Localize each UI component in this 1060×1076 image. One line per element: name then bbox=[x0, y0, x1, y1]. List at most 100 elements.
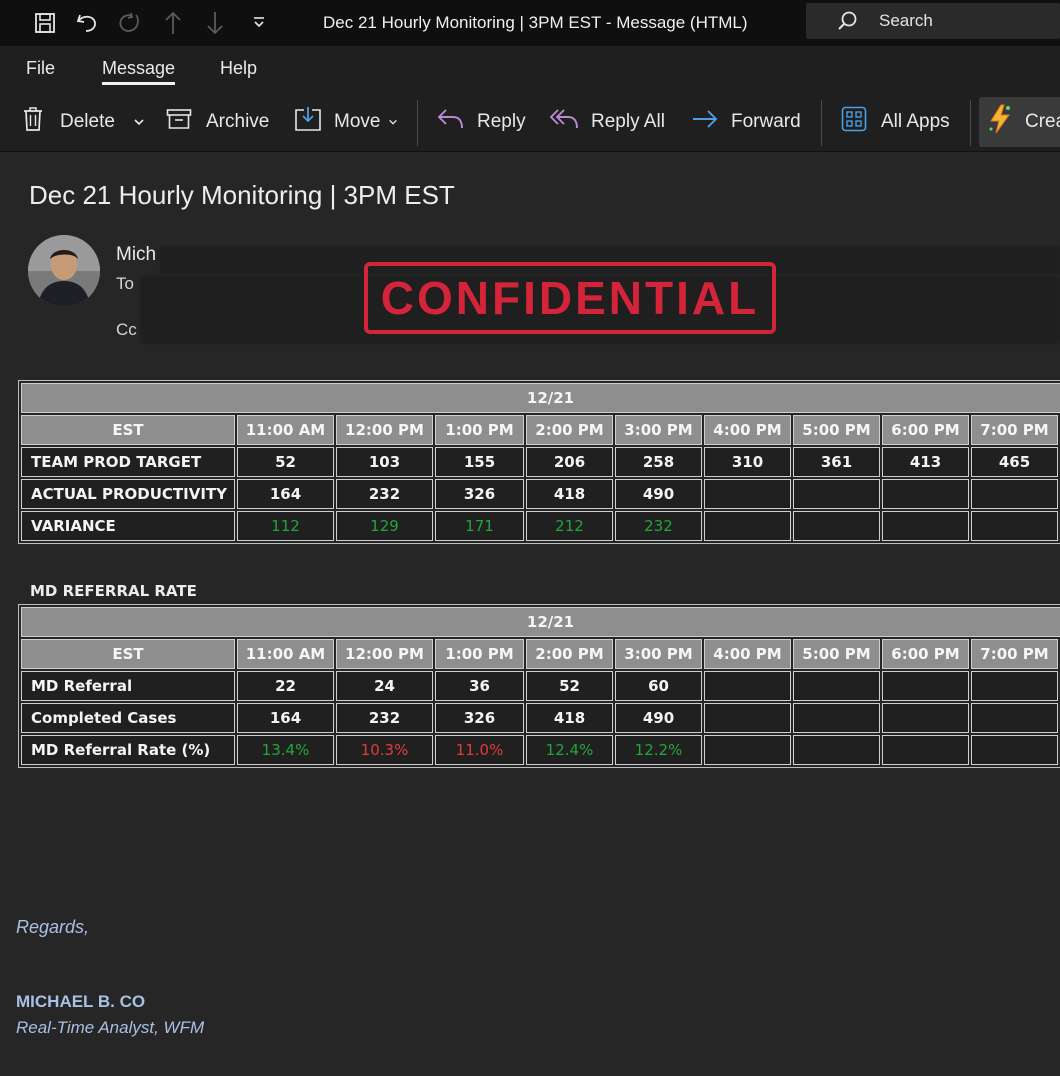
table-cell: 465 bbox=[971, 447, 1058, 477]
undo-icon[interactable] bbox=[72, 8, 102, 38]
search-label: Search bbox=[879, 11, 933, 30]
table-cell bbox=[971, 671, 1058, 701]
md-referral-section-label: MD REFERRAL RATE bbox=[30, 582, 197, 600]
sender-avatar[interactable] bbox=[28, 235, 100, 307]
prod-time-header: 2:00 PM bbox=[526, 415, 613, 445]
all-apps-button[interactable]: All Apps bbox=[841, 104, 950, 140]
prod-time-header: 3:00 PM bbox=[615, 415, 702, 445]
archive-button[interactable]: Archive bbox=[166, 104, 269, 140]
table-cell: 212 bbox=[526, 511, 613, 541]
prod-time-header: 11:00 AM bbox=[237, 415, 334, 445]
table-row: ACTUAL PRODUCTIVITY 164 232 326 418 490 bbox=[21, 479, 1060, 509]
table-cell: 36 bbox=[435, 671, 524, 701]
prod-time-header: 1:00 PM bbox=[435, 415, 524, 445]
table-cell bbox=[882, 735, 969, 765]
redo-icon bbox=[114, 8, 144, 38]
tab-file[interactable]: File bbox=[26, 58, 55, 79]
tab-help[interactable]: Help bbox=[220, 58, 257, 79]
ref-est-header: EST bbox=[21, 639, 235, 669]
ref-time-header: 11:00 AM bbox=[237, 639, 334, 669]
table-cell bbox=[793, 479, 880, 509]
ref-time-header: 1:00 PM bbox=[435, 639, 524, 669]
table-cell: 232 bbox=[336, 479, 433, 509]
table-cell: 60 bbox=[615, 671, 702, 701]
table-cell: 490 bbox=[615, 703, 702, 733]
table-cell: 103 bbox=[336, 447, 433, 477]
ref-time-header-row: EST 11:00 AM 12:00 PM 1:00 PM 2:00 PM 3:00 PM… bbox=[21, 639, 1060, 669]
move-button[interactable]: Move bbox=[294, 104, 398, 140]
table-row: VARIANCE 112 129 171 212 232 bbox=[21, 511, 1060, 541]
message-subject: Dec 21 Hourly Monitoring | 3PM EST bbox=[29, 180, 455, 210]
prod-date-row: 12/21 bbox=[21, 383, 1060, 413]
row-label: VARIANCE bbox=[21, 511, 235, 541]
table-cell: 11.0% bbox=[435, 735, 524, 765]
table-cell: 164 bbox=[237, 479, 334, 509]
table-row: MD Referral Rate (%) 13.4% 10.3% 11.0% 12.4%… bbox=[21, 735, 1060, 765]
table-cell bbox=[704, 671, 791, 701]
table-row: TEAM PROD TARGET 52 103 155 206 258 310 361 413 4… bbox=[21, 447, 1060, 477]
move-to-folder-icon bbox=[294, 106, 322, 138]
archive-label: Archive bbox=[206, 111, 270, 132]
row-label: MD Referral bbox=[21, 671, 235, 701]
table-cell: 418 bbox=[526, 703, 613, 733]
forward-button[interactable]: Forward bbox=[691, 104, 801, 140]
reply-button[interactable]: Reply bbox=[437, 104, 526, 140]
prod-time-header-row: EST 11:00 AM 12:00 PM 1:00 PM 2:00 PM 3:00 PM… bbox=[21, 415, 1060, 445]
table-cell: 22 bbox=[237, 671, 334, 701]
table-cell: 112 bbox=[237, 511, 334, 541]
table-cell: 206 bbox=[526, 447, 613, 477]
chevron-down-icon[interactable] bbox=[388, 111, 398, 133]
reply-all-label: Reply All bbox=[591, 111, 665, 132]
sender-name[interactable]: Mich bbox=[116, 244, 156, 266]
up-arrow-icon bbox=[158, 8, 188, 38]
toolbar-separator bbox=[417, 100, 418, 146]
table-cell: 12.2% bbox=[615, 735, 702, 765]
ref-time-header: 2:00 PM bbox=[526, 639, 613, 669]
table-cell bbox=[704, 511, 791, 541]
signature-contact-cut bbox=[16, 1068, 276, 1076]
signature-role: Real-Time Analyst, WFM bbox=[16, 1018, 205, 1037]
ref-time-header: 3:00 PM bbox=[615, 639, 702, 669]
table-cell: 171 bbox=[435, 511, 524, 541]
customize-quick-access-icon[interactable] bbox=[244, 8, 274, 38]
save-icon[interactable] bbox=[30, 8, 60, 38]
chevron-down-icon[interactable] bbox=[133, 111, 145, 133]
cc-label: Cc bbox=[116, 320, 137, 339]
table-cell bbox=[971, 479, 1058, 509]
table-cell: 413 bbox=[882, 447, 969, 477]
table-cell: 129 bbox=[336, 511, 433, 541]
table-cell bbox=[793, 703, 880, 733]
prod-time-header: 4:00 PM bbox=[704, 415, 791, 445]
ref-time-header: 5:00 PM bbox=[793, 639, 880, 669]
delete-label: Delete bbox=[60, 111, 115, 132]
table-cell bbox=[704, 703, 791, 733]
tab-message[interactable]: Message bbox=[102, 58, 176, 85]
table-cell bbox=[882, 671, 969, 701]
prod-time-header: 12:00 PM bbox=[336, 415, 433, 445]
table-cell: 258 bbox=[615, 447, 702, 477]
forward-arrow-icon bbox=[691, 107, 719, 137]
delete-button[interactable]: Delete bbox=[22, 104, 145, 140]
lightning-icon bbox=[987, 104, 1013, 140]
table-cell: 24 bbox=[336, 671, 433, 701]
table-cell bbox=[882, 479, 969, 509]
create-button-content[interactable]: Crea bbox=[987, 104, 1060, 140]
down-arrow-icon bbox=[200, 8, 230, 38]
md-referral-table: 12/21 EST 11:00 AM 12:00 PM 1:00 PM 2:00 PM 3:… bbox=[18, 604, 1060, 768]
signature-regards: Regards, bbox=[16, 917, 90, 937]
row-label: TEAM PROD TARGET bbox=[21, 447, 235, 477]
table-cell bbox=[793, 671, 880, 701]
table-row: MD Referral 22 24 36 52 60 bbox=[21, 671, 1060, 701]
reply-icon bbox=[437, 106, 465, 138]
row-label: MD Referral Rate (%) bbox=[21, 735, 235, 765]
table-row: Completed Cases 164 232 326 418 490 bbox=[21, 703, 1060, 733]
reply-all-button[interactable]: Reply All bbox=[549, 104, 665, 140]
ref-time-header: 12:00 PM bbox=[336, 639, 433, 669]
table-cell bbox=[704, 735, 791, 765]
table-cell: 232 bbox=[336, 703, 433, 733]
table-cell: 490 bbox=[615, 479, 702, 509]
table-cell: 326 bbox=[435, 703, 524, 733]
create-label: Crea bbox=[1025, 111, 1060, 132]
reply-label: Reply bbox=[477, 111, 526, 132]
search-box[interactable]: Search bbox=[806, 3, 1060, 39]
